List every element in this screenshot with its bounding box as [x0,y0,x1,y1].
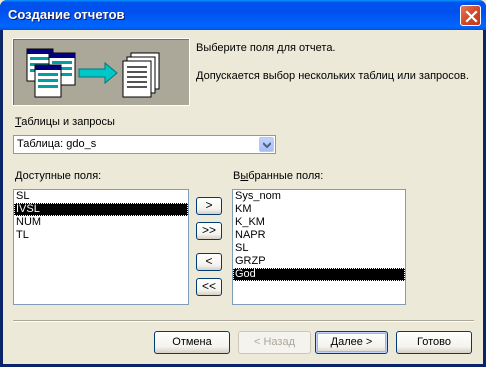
list-item[interactable]: NAPR [233,229,405,242]
selected-fields-label: Выбранные поля: [233,170,324,182]
instruction-text: Выберите поля для отчета. [196,42,336,54]
cancel-button[interactable]: Отмена [154,331,230,354]
window-title: Создание отчетов [8,7,125,22]
list-item[interactable]: GRZP [233,255,405,268]
close-icon [465,10,478,23]
list-item[interactable]: KM [233,203,405,216]
add-all-fields-button[interactable]: >> [196,222,222,240]
tables-queries-label: Таблицы и запросы [15,116,115,128]
list-item[interactable]: God [233,268,405,281]
button-separator [13,320,474,322]
chevron-down-icon [263,142,271,148]
dropdown-button[interactable] [259,137,274,152]
finish-button[interactable]: Готово [396,331,472,354]
back-button[interactable]: < Назад [238,331,311,354]
next-button[interactable]: Далее > [315,331,388,354]
tables-queries-value: Таблица: gdo_s [17,138,97,150]
list-item[interactable]: Sys_nom [233,190,405,203]
wizard-illustration [12,38,190,106]
list-item[interactable]: NUM [14,216,188,229]
list-item[interactable]: K_KM [233,216,405,229]
tables-queries-select[interactable]: Таблица: gdo_s [13,135,276,154]
report-wizard-window: Создание отчетов Выберите поля для отчет… [0,0,486,367]
list-item[interactable]: SL [14,190,188,203]
instruction-hint: Допускается выбор нескольких таблиц или … [196,70,469,82]
list-item[interactable]: SL [233,242,405,255]
selected-fields-list[interactable]: Sys_nom KM K_KM NAPR SL GRZP God [232,189,406,305]
list-item[interactable]: TL [14,229,188,242]
close-button[interactable] [460,5,481,26]
available-fields-list[interactable]: SL IVSL NUM TL [13,189,189,305]
title-bar[interactable]: Создание отчетов [0,0,486,30]
available-fields-label: Доступные поля: [15,170,102,182]
list-item[interactable]: IVSL [14,203,188,216]
tables-to-report-icon [26,48,160,98]
add-field-button[interactable]: > [196,197,222,215]
remove-all-fields-button[interactable]: << [196,278,222,296]
dialog-client: Выберите поля для отчета. Допускается вы… [3,30,483,364]
remove-field-button[interactable]: < [196,253,222,271]
